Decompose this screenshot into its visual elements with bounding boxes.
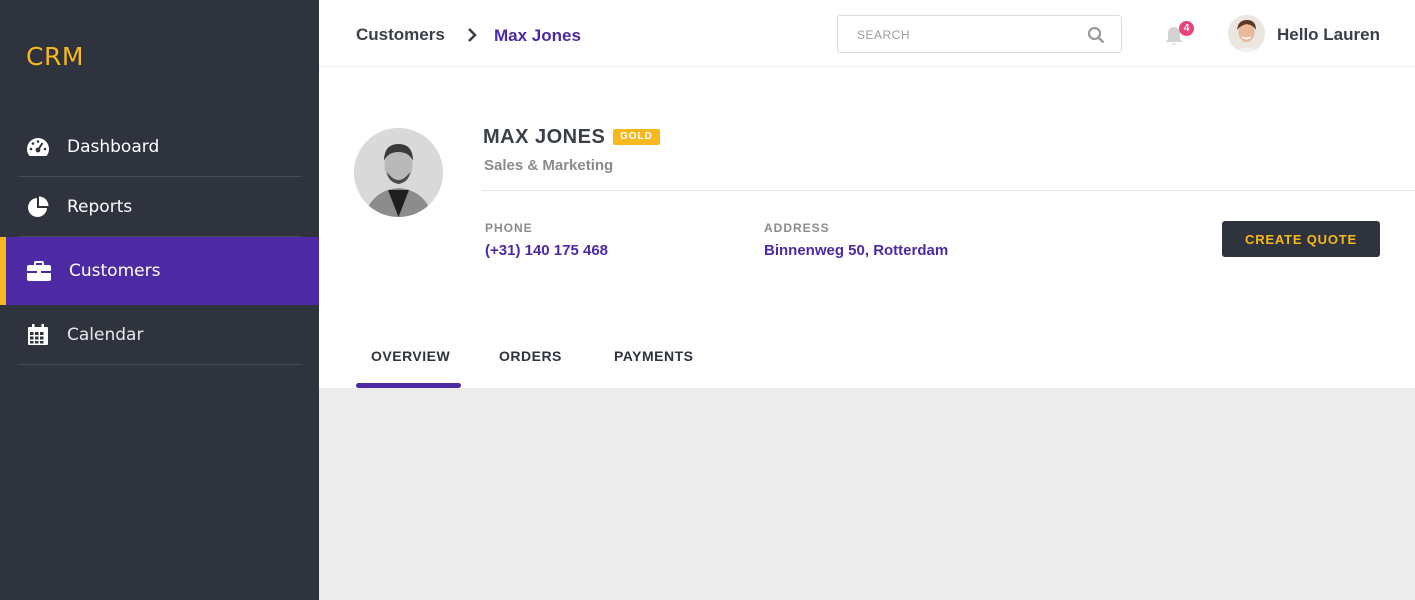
customer-name: MAX JONES [483, 126, 606, 148]
tab-content-area [319, 388, 1415, 600]
profile-divider [482, 190, 1415, 191]
customer-department: Sales & Marketing [484, 157, 614, 174]
search-icon[interactable] [1087, 26, 1105, 44]
phone-value[interactable]: (+31) 140 175 468 [485, 242, 608, 259]
sidebar-divider [19, 364, 301, 365]
sidebar-item-customers[interactable]: Customers [0, 237, 319, 305]
chevron-right-icon [468, 28, 477, 42]
tab-overview[interactable]: OVERVIEW [371, 348, 450, 364]
user-greeting[interactable]: Hello Lauren [1277, 25, 1380, 45]
breadcrumb-current: Max Jones [494, 26, 581, 45]
sidebar-item-label: Reports [67, 197, 133, 217]
address-value[interactable]: Binnenweg 50, Rotterdam [764, 242, 948, 259]
customer-avatar [354, 128, 443, 217]
dashboard-gauge-icon [26, 135, 50, 159]
phone-label: PHONE [485, 221, 533, 235]
user-avatar[interactable] [1228, 15, 1265, 52]
sidebar-item-label: Dashboard [67, 137, 160, 157]
sidebar-item-calendar[interactable]: Calendar [0, 305, 319, 365]
sidebar-item-label: Calendar [67, 325, 144, 345]
sidebar-item-label: Customers [69, 261, 161, 281]
sidebar-item-dashboard[interactable]: Dashboard [0, 117, 319, 177]
notification-badge: 4 [1179, 21, 1194, 36]
search-input[interactable] [857, 26, 1077, 44]
briefcase-icon [27, 259, 51, 283]
tab-payments[interactable]: PAYMENTS [614, 348, 693, 364]
sidebar-item-reports[interactable]: Reports [0, 177, 319, 237]
pie-chart-icon [26, 195, 50, 219]
search-box [837, 15, 1122, 53]
tier-badge: GOLD [613, 129, 660, 145]
top-header: Customers Max Jones 4 Hello Lauren [319, 0, 1415, 67]
breadcrumb-customers[interactable]: Customers [356, 25, 445, 45]
tab-orders[interactable]: ORDERS [499, 348, 562, 364]
customer-profile-panel: MAX JONES GOLD Sales & Marketing PHONE (… [319, 67, 1415, 388]
sidebar: CRM Dashboard Reports Customers Calendar [0, 0, 319, 600]
address-label: ADDRESS [764, 221, 830, 235]
create-quote-button[interactable]: CREATE QUOTE [1222, 221, 1380, 257]
app-logo: CRM [26, 42, 84, 71]
calendar-icon [26, 323, 50, 347]
sidebar-nav: Dashboard Reports Customers Calendar [0, 117, 319, 365]
